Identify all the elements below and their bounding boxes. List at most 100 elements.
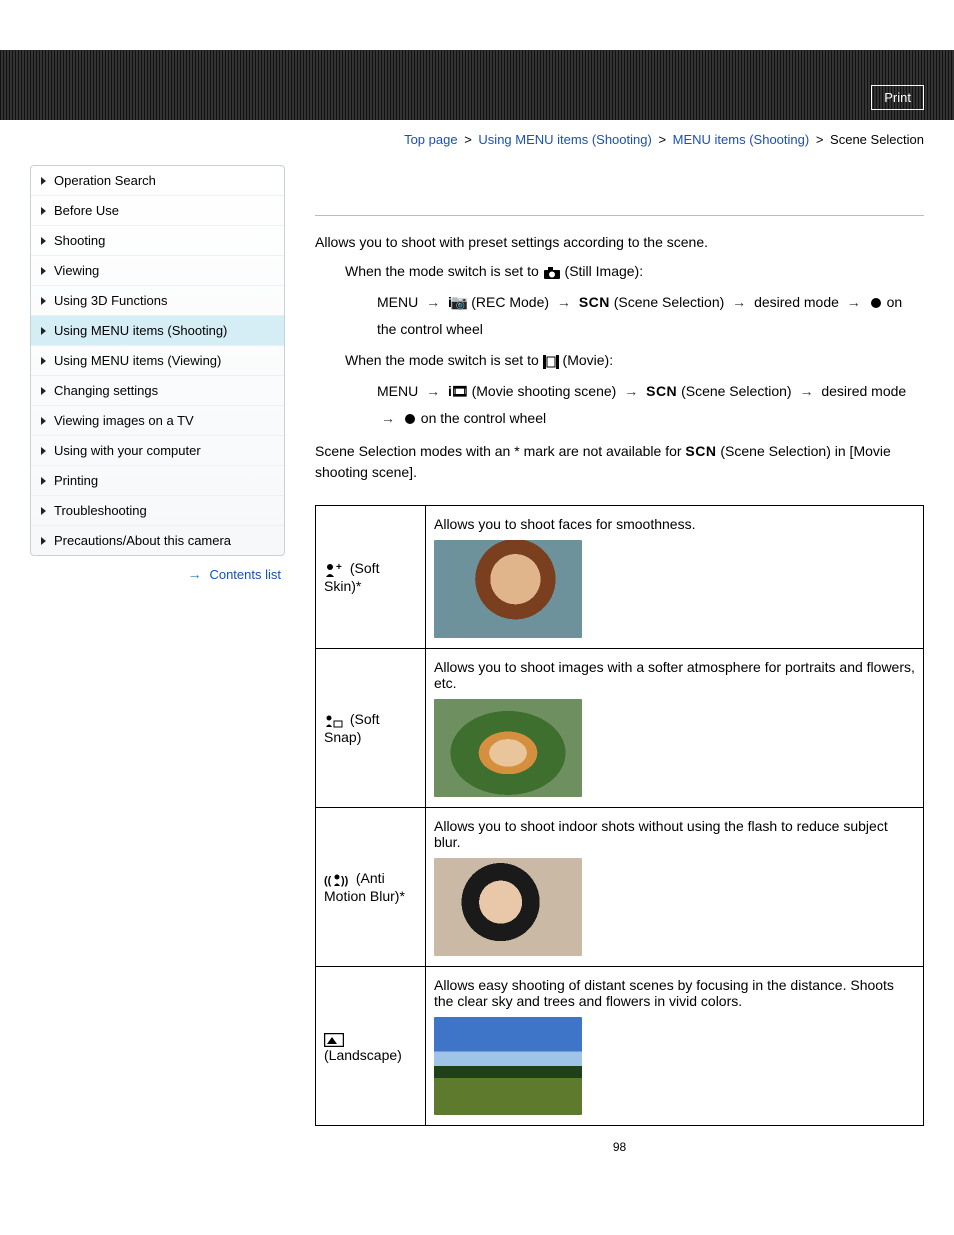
step-movie: When the mode switch is set to (Movie): — [345, 349, 924, 372]
sidebar-item-label: Using MENU items (Viewing) — [54, 353, 221, 368]
sidebar-item[interactable]: Changing settings — [31, 375, 284, 405]
sidebar-item-label: Using 3D Functions — [54, 293, 167, 308]
caret-right-icon — [41, 237, 46, 245]
anti-motion-blur-icon: (()) — [324, 872, 350, 888]
mode-desc: Allows you to shoot indoor shots without… — [434, 818, 888, 850]
sidebar-item-label: Operation Search — [54, 173, 156, 188]
control-wheel-dot-icon — [405, 414, 415, 424]
arrow-right-icon — [847, 289, 861, 316]
step-still-image: When the mode switch is set to (Still Im… — [345, 260, 924, 283]
header-bar: Print — [0, 50, 954, 120]
intro-text: Allows you to shoot with preset settings… — [315, 234, 924, 250]
sidebar-item[interactable]: Using 3D Functions — [31, 285, 284, 315]
sidebar-item-label: Printing — [54, 473, 98, 488]
print-button[interactable]: Print — [871, 85, 924, 110]
sidebar-item[interactable]: Viewing — [31, 255, 284, 285]
mode-desc-cell: Allows easy shooting of distant scenes b… — [426, 967, 924, 1126]
svg-text:+: + — [336, 562, 342, 573]
mode-label-cell: (Soft Snap) — [316, 649, 426, 808]
soft-snap-icon — [324, 713, 344, 729]
text: Scene Selection modes with an * mark are… — [315, 443, 685, 459]
sidebar-item[interactable]: Troubleshooting — [31, 495, 284, 525]
sample-image — [434, 1017, 582, 1115]
step-still-path: MENU i📷 (REC Mode) SCN (Scene Selection)… — [345, 289, 924, 342]
sample-image — [434, 699, 582, 797]
sidebar-item[interactable]: Precautions/About this camera — [31, 525, 284, 555]
text: on the control wheel — [421, 410, 546, 426]
mode-desc-cell: Allows you to shoot images with a softer… — [426, 649, 924, 808]
breadcrumb: Top page > Using MENU items (Shooting) >… — [0, 120, 954, 155]
sidebar-item-label: Changing settings — [54, 383, 158, 398]
arrow-right-icon — [426, 289, 440, 316]
contents-list-link[interactable]: Contents list — [209, 567, 281, 582]
svg-text:)): )) — [341, 875, 349, 887]
scn-icon: SCN — [646, 383, 677, 399]
mode-desc: Allows you to shoot faces for smoothness… — [434, 516, 695, 532]
scn-icon: SCN — [685, 443, 716, 459]
arrow-right-icon: → — [188, 566, 202, 582]
sidebar-item[interactable]: Operation Search — [31, 166, 284, 195]
text: When the mode switch is set to — [345, 352, 543, 368]
mode-desc-cell: Allows you to shoot indoor shots without… — [426, 808, 924, 967]
sidebar-item[interactable]: Using with your computer — [31, 435, 284, 465]
breadcrumb-sep: > — [461, 132, 475, 147]
text: desired mode — [754, 294, 839, 310]
arrow-right-icon — [426, 378, 440, 405]
mode-label-cell: + (Soft Skin)* — [316, 506, 426, 649]
sidebar-item-label: Viewing images on a TV — [54, 413, 194, 428]
instructions: When the mode switch is set to (Still Im… — [315, 260, 924, 431]
text: (Scene Selection) — [681, 383, 792, 399]
scene-modes-table: + (Soft Skin)* Allows you to shoot faces… — [315, 505, 924, 1126]
arrow-right-icon — [732, 289, 746, 316]
sidebar-item[interactable]: Before Use — [31, 195, 284, 225]
sidebar-item[interactable]: Printing — [31, 465, 284, 495]
sidebar-item-label: Before Use — [54, 203, 119, 218]
soft-skin-icon: + — [324, 562, 344, 578]
text: MENU — [377, 383, 418, 399]
text: When the mode switch is set to — [345, 263, 543, 279]
sidebar-item[interactable]: Shooting — [31, 225, 284, 255]
sidebar-item-label: Shooting — [54, 233, 105, 248]
text: (Movie shooting scene) — [472, 383, 617, 399]
breadcrumb-sep: > — [655, 132, 669, 147]
arrow-right-icon — [557, 289, 571, 316]
sidebar-item-label: Using with your computer — [54, 443, 201, 458]
caret-right-icon — [41, 267, 46, 275]
breadcrumb-sep: > — [813, 132, 827, 147]
text: MENU — [377, 294, 418, 310]
movie-film-icon — [543, 350, 559, 372]
arrow-right-icon — [381, 405, 395, 432]
sidebar-nav: Operation Search Before Use Shooting Viewin… — [30, 165, 285, 556]
breadcrumb-current: Scene Selection — [830, 132, 924, 147]
page-number: 98 — [315, 1126, 924, 1168]
caret-right-icon — [41, 417, 46, 425]
table-row: + (Soft Skin)* Allows you to shoot faces… — [316, 506, 924, 649]
caret-right-icon — [41, 327, 46, 335]
landscape-icon — [324, 1031, 344, 1047]
sidebar-item-label: Troubleshooting — [54, 503, 147, 518]
sidebar-item-label: Precautions/About this camera — [54, 533, 231, 548]
caret-right-icon — [41, 537, 46, 545]
text: (REC Mode) — [471, 294, 549, 310]
table-row: (Soft Snap) Allows you to shoot images w… — [316, 649, 924, 808]
sidebar-item[interactable]: Using MENU items (Shooting) — [31, 315, 284, 345]
caret-right-icon — [41, 387, 46, 395]
breadcrumb-cat1[interactable]: Using MENU items (Shooting) — [478, 132, 651, 147]
sidebar-item[interactable]: Viewing images on a TV — [31, 405, 284, 435]
text: (Movie): — [563, 352, 614, 368]
mode-desc: Allows easy shooting of distant scenes b… — [434, 977, 894, 1009]
text: desired mode — [821, 383, 906, 399]
main-content: Allows you to shoot with preset settings… — [285, 155, 924, 1168]
mode-label-cell: (Landscape) — [316, 967, 426, 1126]
text: (Still Image): — [565, 263, 644, 279]
scn-icon: SCN — [579, 294, 610, 310]
caret-right-icon — [41, 357, 46, 365]
sidebar-item[interactable]: Using MENU items (Viewing) — [31, 345, 284, 375]
table-row: (Landscape) Allows easy shooting of dist… — [316, 967, 924, 1126]
mode-name: (Landscape) — [324, 1047, 402, 1063]
breadcrumb-cat2[interactable]: MENU items (Shooting) — [673, 132, 810, 147]
step-movie-path: MENU i🎞 (Movie shooting scene) SCN (Scen… — [345, 378, 924, 431]
text: (Scene Selection) — [614, 294, 725, 310]
still-camera-icon — [543, 261, 561, 283]
breadcrumb-top[interactable]: Top page — [404, 132, 458, 147]
